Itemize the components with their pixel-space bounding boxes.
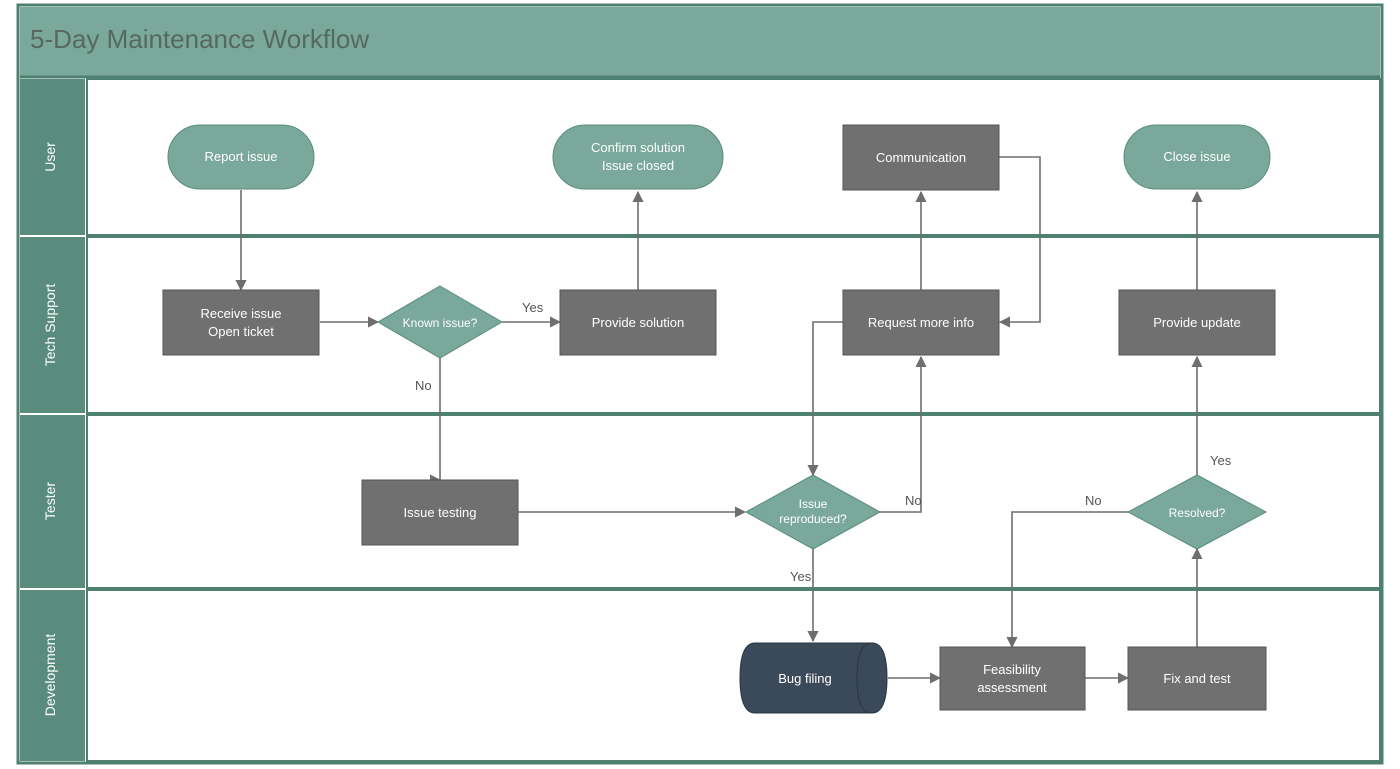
node-label: Communication [876, 150, 966, 165]
node-label: Open ticket [208, 324, 274, 339]
node-close-issue[interactable]: Close issue [1124, 125, 1270, 189]
node-provide-solution[interactable]: Provide solution [560, 290, 716, 355]
node-label: Issue closed [602, 158, 674, 173]
edge-label-known-yes: Yes [522, 300, 544, 315]
node-label: Issue [799, 497, 828, 511]
node-label: Fix and test [1163, 671, 1231, 686]
edge-label-reproduced-no: No [905, 493, 922, 508]
node-label: Provide update [1153, 315, 1240, 330]
node-issue-testing[interactable]: Issue testing [362, 480, 518, 545]
node-label: Resolved? [1169, 506, 1226, 520]
edge-label-resolved-yes: Yes [1210, 453, 1232, 468]
node-label: Issue testing [404, 505, 477, 520]
lane-label-tech-support: Tech Support [42, 284, 58, 367]
node-request-more-info[interactable]: Request more info [843, 290, 999, 355]
edge-label-known-no: No [415, 378, 432, 393]
node-label: assessment [977, 680, 1047, 695]
node-fix-and-test[interactable]: Fix and test [1128, 647, 1266, 710]
node-feasibility-assessment[interactable]: Feasibility assessment [940, 647, 1085, 710]
node-label: reproduced? [779, 512, 847, 526]
node-confirm-solution[interactable]: Confirm solution Issue closed [553, 125, 723, 189]
node-label: Receive issue [201, 306, 282, 321]
node-label: Bug filing [778, 671, 831, 686]
node-receive-issue[interactable]: Receive issue Open ticket [163, 290, 319, 355]
node-label: Provide solution [592, 315, 685, 330]
edge-label-resolved-no: No [1085, 493, 1102, 508]
node-label: Confirm solution [591, 140, 685, 155]
lane-label-tester: Tester [42, 482, 58, 520]
node-provide-update[interactable]: Provide update [1119, 290, 1275, 355]
node-communication[interactable]: Communication [843, 125, 999, 190]
node-report-issue[interactable]: Report issue [168, 125, 314, 189]
node-label: Close issue [1163, 149, 1230, 164]
diagram-title: 5-Day Maintenance Workflow [30, 24, 369, 54]
node-label: Report issue [205, 149, 278, 164]
node-label: Feasibility [983, 662, 1041, 677]
node-label: Request more info [868, 315, 974, 330]
edge-label-reproduced-yes: Yes [790, 569, 812, 584]
node-bug-filing[interactable]: Bug filing [740, 643, 887, 713]
node-label: Known issue? [403, 316, 478, 330]
lane-label-user: User [42, 142, 58, 172]
lane-label-development: Development [42, 634, 58, 717]
workflow-diagram: 5-Day Maintenance Workflow User Tech Sup… [0, 0, 1400, 769]
